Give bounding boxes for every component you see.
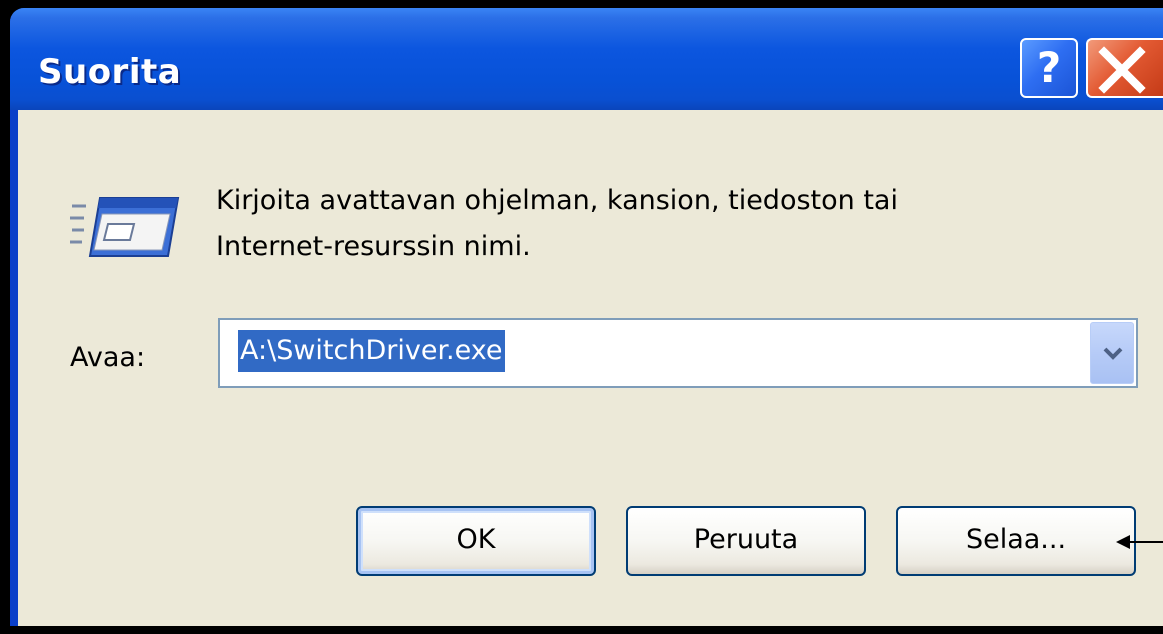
- open-combobox[interactable]: A:\SwitchDriver.exe: [218, 318, 1138, 388]
- ok-button[interactable]: OK: [356, 506, 596, 576]
- open-label: Avaa:: [70, 342, 146, 373]
- question-mark-icon: ?: [1036, 43, 1062, 92]
- screenshot-frame: Suorita ? Kirjoita avattavan ohjelman, k…: [0, 0, 1163, 634]
- help-button[interactable]: ?: [1020, 38, 1078, 98]
- arrow-left-icon: [1116, 535, 1163, 549]
- chevron-down-icon: [1103, 347, 1123, 360]
- close-x-icon: [1098, 46, 1146, 94]
- prompt-line-2: Internet-resurssin nimi.: [216, 231, 531, 262]
- dropdown-button[interactable]: [1090, 322, 1134, 384]
- cancel-button[interactable]: Peruuta: [626, 506, 866, 576]
- prompt-text: Kirjoita avattavan ohjelman, kansion, ti…: [216, 178, 1116, 270]
- title-bar[interactable]: Suorita ?: [10, 8, 1163, 110]
- dialog-client-area: Kirjoita avattavan ohjelman, kansion, ti…: [18, 110, 1163, 626]
- close-button[interactable]: [1086, 38, 1163, 98]
- browse-button[interactable]: Selaa...: [896, 506, 1136, 576]
- open-input-value[interactable]: A:\SwitchDriver.exe: [238, 330, 505, 372]
- window-title: Suorita: [38, 52, 182, 92]
- run-window-icon: [70, 197, 180, 257]
- run-dialog: Suorita ? Kirjoita avattavan ohjelman, k…: [10, 8, 1163, 626]
- prompt-line-1: Kirjoita avattavan ohjelman, kansion, ti…: [216, 185, 898, 216]
